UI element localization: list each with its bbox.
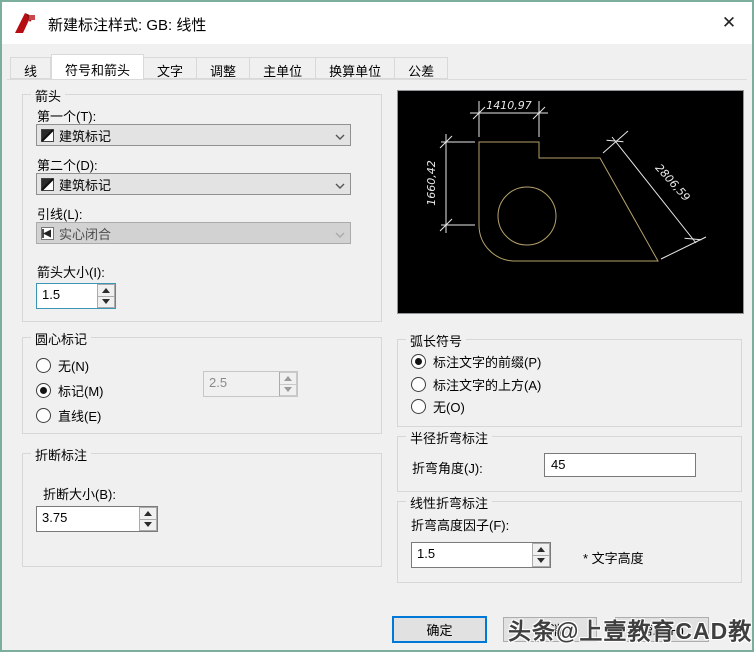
radio-icon	[411, 354, 426, 369]
tab-fit[interactable]: 调整	[197, 57, 251, 79]
dim-value-left: 1660,42	[425, 160, 438, 206]
tab-lines[interactable]: 线	[10, 57, 52, 79]
autocad-icon	[15, 13, 35, 33]
radio-center-line[interactable]: 直线(E)	[36, 406, 101, 425]
second-arrow-label: 第二个(D):	[37, 158, 98, 173]
cancel-button[interactable]: 取消	[503, 617, 597, 642]
architectural-tick-icon	[41, 128, 54, 142]
text-height-suffix: * 文字高度	[583, 551, 644, 566]
jog-angle-input[interactable]: 45	[544, 453, 696, 477]
arrow-size-value: 1.5	[42, 287, 61, 302]
break-size-label: 折断大小(B):	[43, 487, 116, 502]
radius-jog-group-title: 半径折弯标注	[406, 428, 493, 447]
jog-height-factor-label: 折弯高度因子(F):	[411, 518, 510, 533]
tab-primary-units[interactable]: 主单位	[250, 57, 317, 79]
arrow-size-spinner[interactable]: 1.5	[36, 283, 116, 309]
spin-up-button	[280, 372, 297, 385]
dimension-break-group: 折断标注 折断大小(B): 3.75	[22, 445, 382, 567]
radio-arc-prefix[interactable]: 标注文字的前缀(P)	[411, 352, 541, 371]
first-arrow-value: 建筑标记	[59, 128, 112, 144]
break-size-value: 3.75	[42, 510, 68, 525]
tab-alt-units[interactable]: 换算单位	[316, 57, 396, 79]
linear-jog-group: 线性折弯标注 折弯高度因子(F): 1.5 * 文字高度	[397, 493, 742, 583]
leader-label: 引线(L):	[37, 207, 83, 222]
spin-up-button[interactable]	[533, 543, 550, 556]
spin-up-button[interactable]	[98, 284, 115, 297]
spin-up-button[interactable]	[140, 507, 157, 520]
jog-angle-label: 折弯角度(J):	[412, 461, 483, 476]
spin-down-button[interactable]	[98, 296, 115, 308]
help-button[interactable]: 帮助(H)	[615, 617, 709, 642]
spin-down-button	[280, 384, 297, 396]
radio-icon	[36, 383, 51, 398]
architectural-tick-icon	[41, 177, 54, 191]
arc-length-symbol-group: 弧长符号 标注文字的前缀(P) 标注文字的上方(A) 无(O)	[397, 331, 742, 427]
ok-button[interactable]: 确定	[392, 616, 487, 643]
chevron-down-icon	[330, 177, 350, 192]
tab-tolerances[interactable]: 公差	[395, 57, 449, 79]
dim-value-top: 1410,97	[486, 99, 532, 112]
leader-combobox: 实心闭合	[36, 222, 351, 244]
dialog-title: 新建标注样式: GB: 线性	[48, 17, 207, 34]
spin-down-button[interactable]	[533, 555, 550, 567]
radio-icon	[36, 358, 51, 373]
arrowheads-group: 箭头 第一个(T): 建筑标记 第二个(D): 建筑标记 引线(L): 实心闭合…	[22, 86, 382, 322]
dimension-break-group-title: 折断标注	[31, 445, 92, 464]
chevron-down-icon	[330, 226, 350, 241]
jog-height-factor-spinner[interactable]: 1.5	[411, 542, 551, 568]
radio-icon	[411, 377, 426, 392]
chevron-down-icon	[330, 128, 350, 143]
arc-length-group-title: 弧长符号	[406, 331, 467, 350]
first-arrow-combobox[interactable]: 建筑标记	[36, 124, 351, 146]
tab-text[interactable]: 文字	[144, 57, 198, 79]
second-arrow-combobox[interactable]: 建筑标记	[36, 173, 351, 195]
radio-icon	[36, 408, 51, 423]
linear-jog-group-title: 线性折弯标注	[406, 493, 493, 512]
preview-background	[398, 91, 743, 313]
center-marks-group: 圆心标记 无(N) 标记(M) 直线(E) 2.5	[22, 329, 382, 434]
radio-center-mark[interactable]: 标记(M)	[36, 381, 104, 400]
solid-closed-arrow-icon	[41, 226, 54, 240]
new-dimension-style-dialog: 新建标注样式: GB: 线性 ✕ 线 符号和箭头 文字 调整 主单位 换算单位 …	[0, 0, 754, 652]
arrowheads-group-title: 箭头	[31, 86, 66, 105]
spin-down-button[interactable]	[140, 519, 157, 531]
dimension-preview: 1410,97 1660,42 2806,59	[397, 90, 744, 314]
jog-height-factor-value: 1.5	[417, 546, 436, 561]
arrow-size-label: 箭头大小(I):	[37, 265, 105, 280]
radius-jog-group: 半径折弯标注 折弯角度(J): 45	[397, 428, 742, 492]
leader-value: 实心闭合	[59, 226, 112, 242]
center-mark-size-spinner: 2.5	[203, 371, 298, 397]
center-marks-group-title: 圆心标记	[31, 329, 92, 348]
radio-arc-above[interactable]: 标注文字的上方(A)	[411, 375, 541, 394]
tab-symbols-arrows[interactable]: 符号和箭头	[51, 54, 145, 80]
radio-icon	[411, 399, 426, 414]
break-size-spinner[interactable]: 3.75	[36, 506, 158, 532]
close-icon[interactable]: ✕	[706, 2, 752, 44]
center-mark-size-value: 2.5	[209, 375, 228, 390]
tab-strip: 线 符号和箭头 文字 调整 主单位 换算单位 公差	[10, 54, 449, 80]
title-bar: 新建标注样式: GB: 线性 ✕	[2, 2, 752, 44]
first-arrow-label: 第一个(T):	[37, 109, 97, 124]
second-arrow-value: 建筑标记	[59, 177, 112, 193]
radio-center-none[interactable]: 无(N)	[36, 356, 89, 375]
radio-arc-none[interactable]: 无(O)	[411, 397, 465, 416]
